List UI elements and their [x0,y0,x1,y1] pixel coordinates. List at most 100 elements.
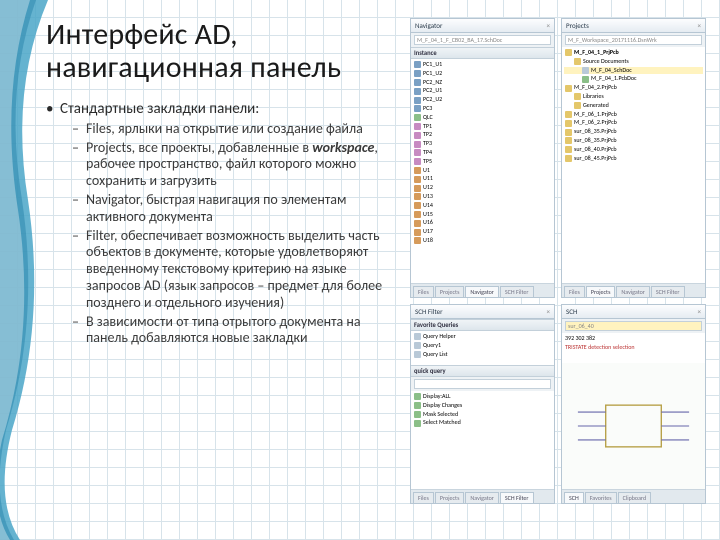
result-row[interactable]: TRISTATE detection selection [565,344,635,352]
tree-item[interactable]: U13 [423,193,433,201]
tree-item[interactable]: U11 [423,175,433,183]
folder-icon [574,58,581,65]
tab-projects[interactable]: Projects [586,286,616,297]
tree-item[interactable]: TP5 [423,158,432,166]
project-icon [565,111,572,118]
close-icon[interactable]: × [698,21,702,30]
result-row[interactable]: 392 302 382 [565,335,595,343]
tree-item[interactable]: PC2_U1 [423,87,442,95]
tab-projects[interactable]: Projects [435,492,465,503]
tab-favorites[interactable]: Favorites [585,492,617,503]
tree-item[interactable]: Source Documents [583,58,629,66]
project-icon [565,49,572,56]
tree-item[interactable]: M_F_06_1.PrjPcb [574,111,617,119]
tab-files[interactable]: Files [564,286,585,297]
tree-item[interactable]: sur_08_35.PrjPcb [574,137,617,145]
tree-item[interactable]: PC3 [423,105,432,113]
screenshot-gallery: Navigator × M_F_04_1_F_CB02_BA_17.SchDoc… [410,18,706,526]
chip-icon [414,220,421,227]
tree-item[interactable]: sur_08_45.PrjPcb [574,155,617,163]
tree-item[interactable]: sur_08_40.PrjPcb [574,146,617,154]
list-item[interactable]: Query Helper [423,333,456,341]
tree-item[interactable]: sur_08_35.PrjPcb [574,128,617,136]
panel-navigator: Navigator × M_F_04_1_F_CB02_BA_17.SchDoc… [410,18,555,298]
tree-item[interactable]: M_F_04_SchDoc [591,67,632,75]
project-icon [565,129,572,136]
tab-navigator[interactable]: Navigator [465,286,498,297]
tree-item[interactable]: PC1_U1 [423,61,442,69]
pin-icon [414,132,421,139]
project-icon [565,120,572,127]
option[interactable]: Display Changes [423,402,462,410]
component-icon [414,79,421,86]
schematic-preview [564,365,703,487]
tree-item[interactable]: PC1_U2 [423,70,442,78]
document-selector[interactable]: M_F_04_1_F_CB02_BA_17.SchDoc [414,35,551,45]
tree-item[interactable]: M_F_04_1.PcbDoc [591,75,637,83]
option[interactable]: Select Matched [423,419,461,427]
list-item[interactable]: Query List [423,351,448,359]
pin-icon [414,141,421,148]
tree-item[interactable]: M_F_06_2.PrjPcb [574,119,617,127]
tree-item[interactable]: U18 [423,237,433,245]
folder-icon [574,93,581,100]
pin-icon [414,149,421,156]
tree-item[interactable]: U17 [423,228,433,236]
list-item[interactable]: Query1 [423,342,441,350]
tree-item[interactable]: PC2_NZ [423,79,442,87]
tab-sch[interactable]: SCH [564,492,584,503]
tab-navigator[interactable]: Navigator [616,286,649,297]
panel-header: Projects × [562,19,705,33]
tree-item[interactable]: U1 [423,167,430,175]
sub-bullet: Files, ярлыки на открытие или создание ф… [60,121,400,138]
project-icon [565,85,572,92]
query-input[interactable] [414,379,551,389]
tree-item[interactable]: TP4 [423,149,432,157]
panel-title-text: SCH Filter [415,307,443,316]
result-list: 392 302 382 TRISTATE detection selection [562,333,705,363]
section-header: quick query [411,365,554,377]
tab-filter[interactable]: SCH Filter [500,492,534,503]
check-icon [414,411,421,418]
tab-filter[interactable]: SCH Filter [500,286,534,297]
panel-tabs: SCH Favorites Clipboard [562,489,705,503]
chip-icon [414,185,421,192]
tree-item[interactable]: TP2 [423,131,432,139]
tab-projects[interactable]: Projects [435,286,465,297]
close-icon[interactable]: × [547,21,551,30]
close-icon[interactable]: × [698,307,702,316]
search-input[interactable]: sur_06_40 [565,321,702,331]
chip-icon [414,167,421,174]
tree-item[interactable]: U15 [423,211,433,219]
tree-item[interactable]: M_F_04_1_PrjPcb [574,49,619,57]
component-icon [414,61,421,68]
panel-tabs: Files Projects Navigator SCH Filter [562,283,705,297]
tree-item[interactable]: U14 [423,202,433,210]
tree-item[interactable]: PC2_U2 [423,96,442,104]
panel-header: SCH × [562,305,705,319]
tab-files[interactable]: Files [413,286,434,297]
tab-navigator[interactable]: Navigator [465,492,498,503]
tree-item[interactable]: Generated [583,102,609,110]
panel-filter: SCH Filter × Favorite Queries Query Help… [410,304,555,504]
tab-files[interactable]: Files [413,492,434,503]
chip-icon [414,229,421,236]
tree-body: PC1_U1 PC1_U2 PC2_NZ PC2_U1 PC2_U2 PC3 Q… [411,59,554,283]
tab-filter[interactable]: SCH Filter [651,286,685,297]
tree-item[interactable]: TP3 [423,140,432,148]
close-icon[interactable]: × [547,307,551,316]
option[interactable]: Mask Selected [423,411,458,419]
tree-item[interactable]: U12 [423,184,433,192]
tree-item[interactable]: Libraries [583,93,604,101]
panel-title-text: Navigator [415,21,442,30]
tab-clipboard[interactable]: Clipboard [618,492,651,503]
tree-item[interactable]: TP1 [423,123,432,131]
tree-item[interactable]: M_F_04_2.PrjPcb [574,84,617,92]
pin-icon [414,158,421,165]
option[interactable]: Display:ALL [423,393,451,401]
workspace-selector[interactable]: M_F_Workspace_20171116.DsnWrk [565,35,702,45]
tree-item[interactable]: U16 [423,219,433,227]
tree-item[interactable]: QLC [423,114,433,122]
bullet-main: Стандартные закладки панели: Files, ярлы… [46,100,400,347]
component-icon [414,70,421,77]
